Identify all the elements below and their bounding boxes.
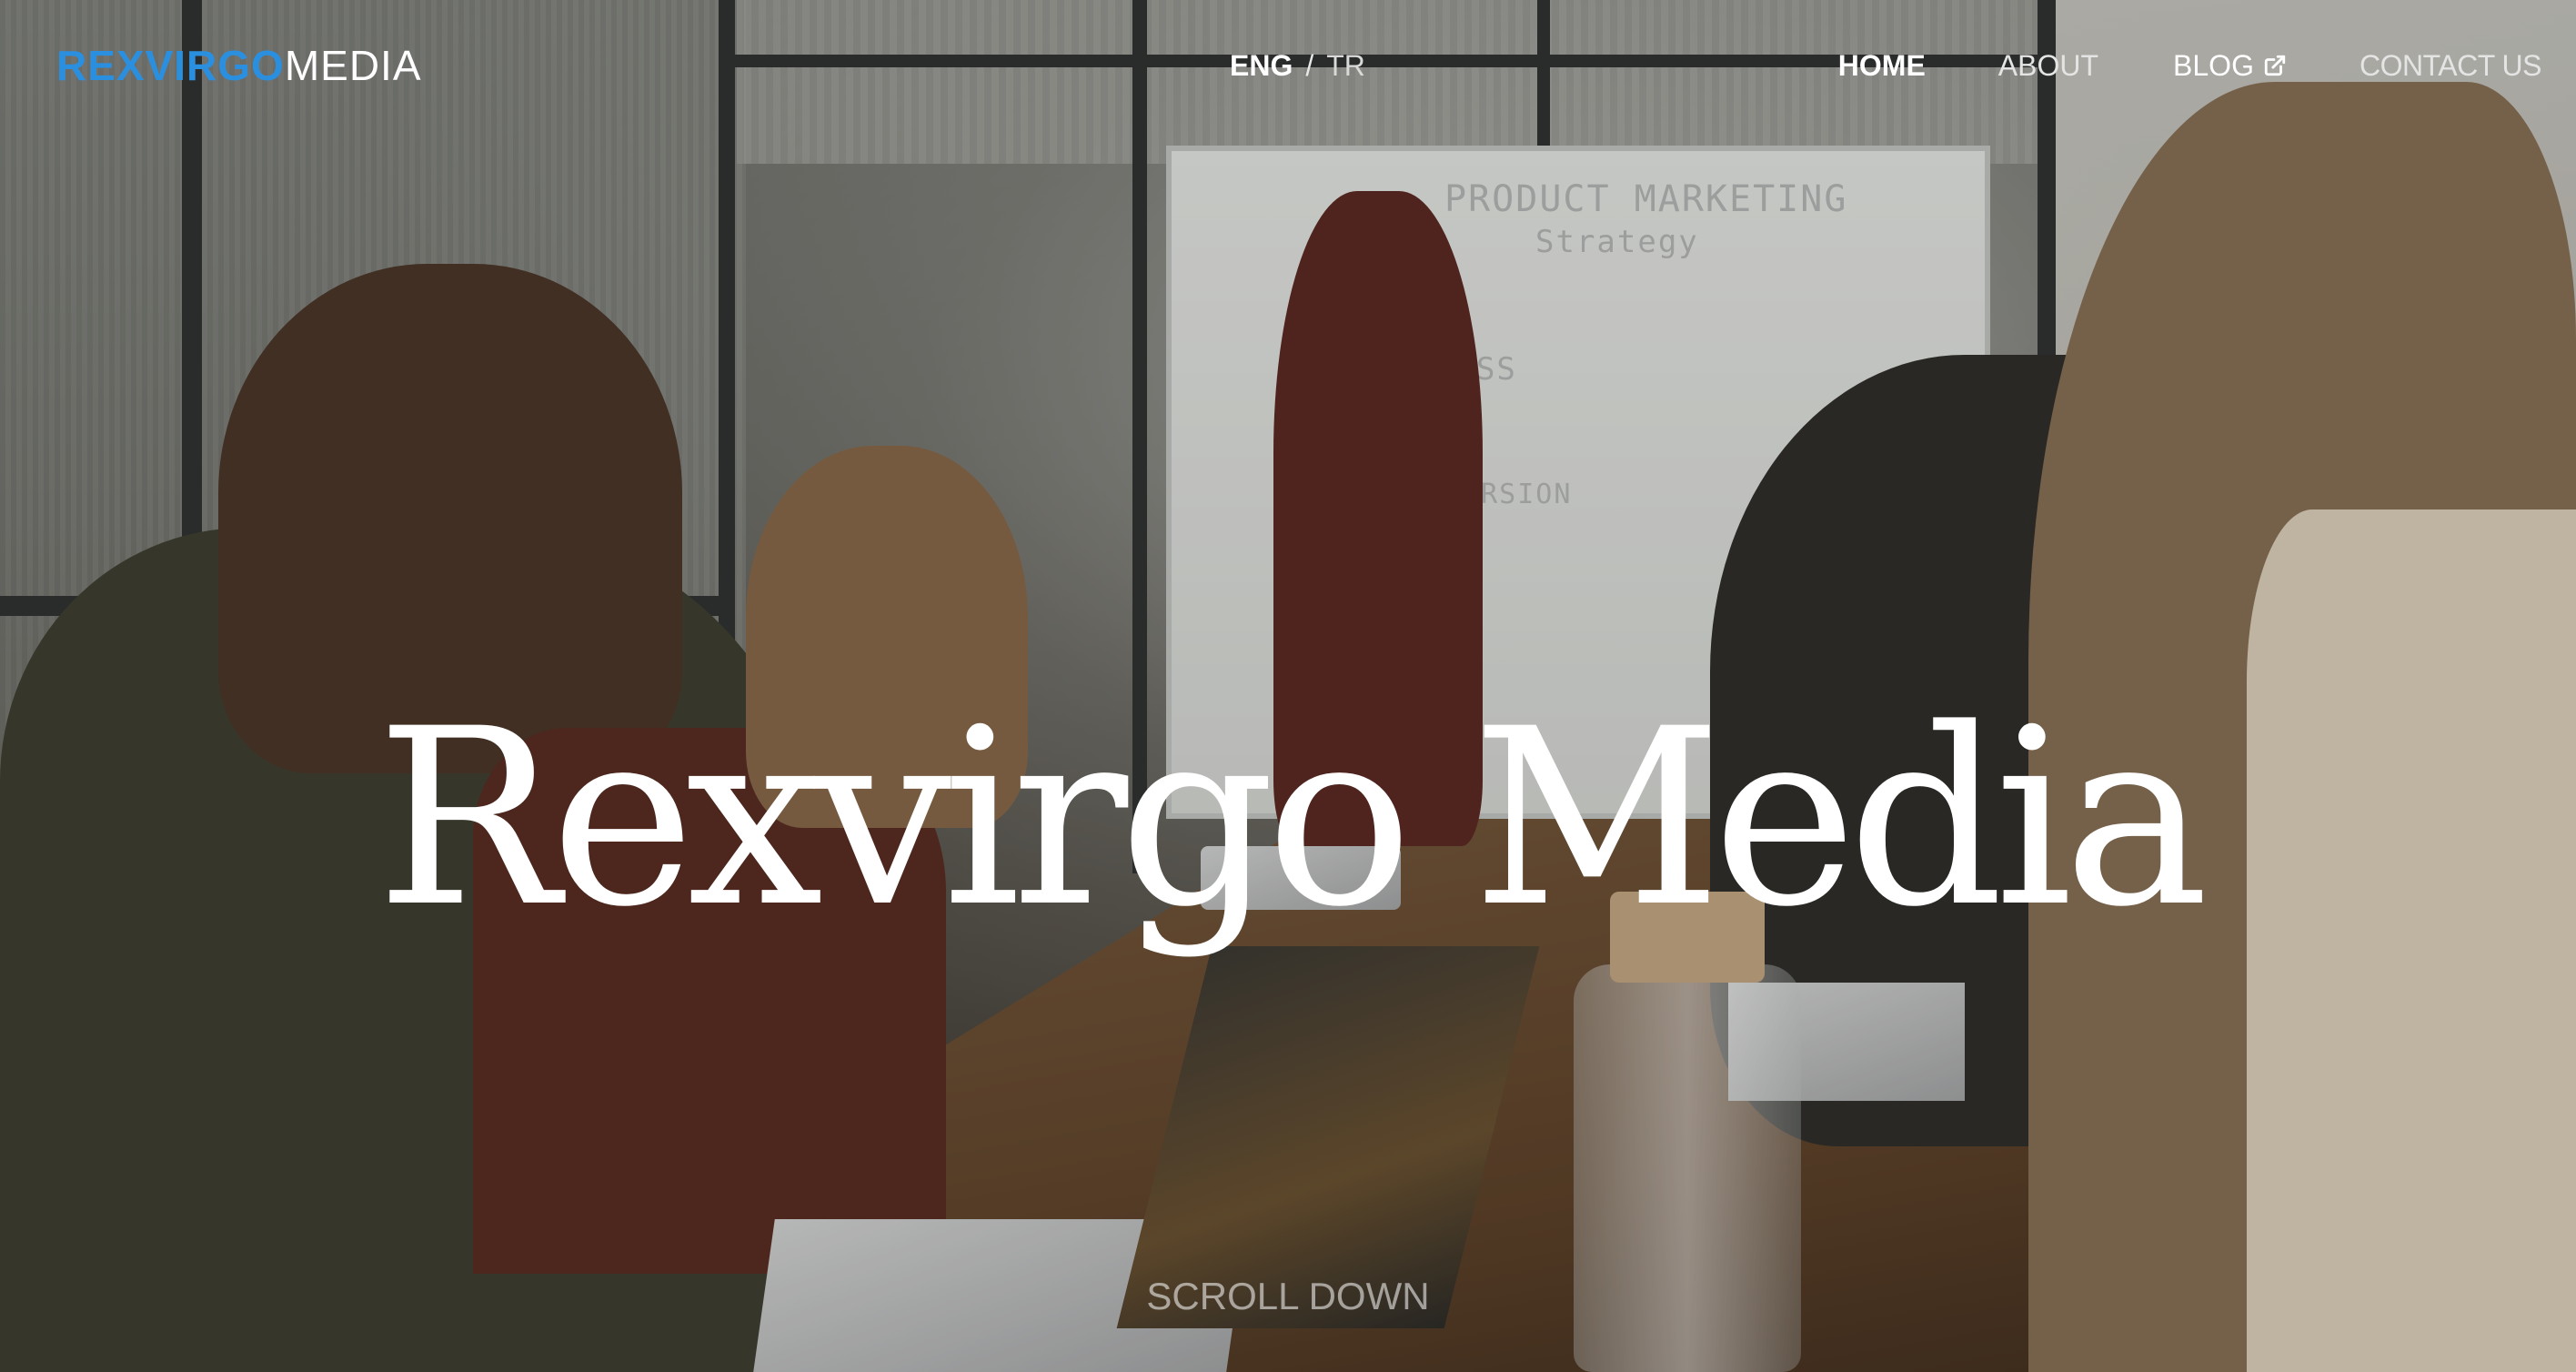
language-separator: / bbox=[1305, 49, 1314, 82]
nav-contact[interactable]: CONTACT US bbox=[2360, 47, 2542, 84]
nav-blog-label: BLOG bbox=[2173, 49, 2254, 82]
logo-light-text: MEDIA bbox=[284, 42, 422, 89]
nav-blog[interactable]: BLOG bbox=[2173, 47, 2287, 84]
nav-about[interactable]: ABOUT bbox=[1998, 47, 2098, 84]
external-link-icon bbox=[2264, 55, 2286, 76]
hero-section: PRODUCT MARKETING Strategy NESS VERSION … bbox=[0, 0, 2576, 1372]
logo-bold-text: REXVIRGO bbox=[56, 42, 285, 89]
main-nav: HOME ABOUT BLOG CONTACT US bbox=[1838, 47, 2542, 84]
language-tr[interactable]: TR bbox=[1326, 49, 1365, 82]
language-eng[interactable]: ENG bbox=[1230, 49, 1293, 82]
hero-title: Rexvirgo Media bbox=[376, 676, 2209, 961]
nav-home[interactable]: HOME bbox=[1838, 47, 1926, 84]
site-header: REXVIRGOMEDIA ENG / TR HOME ABOUT BLOG CON… bbox=[0, 0, 2576, 136]
scroll-down-hint[interactable]: SCROLL DOWN bbox=[0, 1274, 2576, 1319]
site-logo[interactable]: REXVIRGOMEDIA bbox=[56, 40, 422, 91]
language-switcher: ENG / TR bbox=[1230, 47, 1365, 84]
